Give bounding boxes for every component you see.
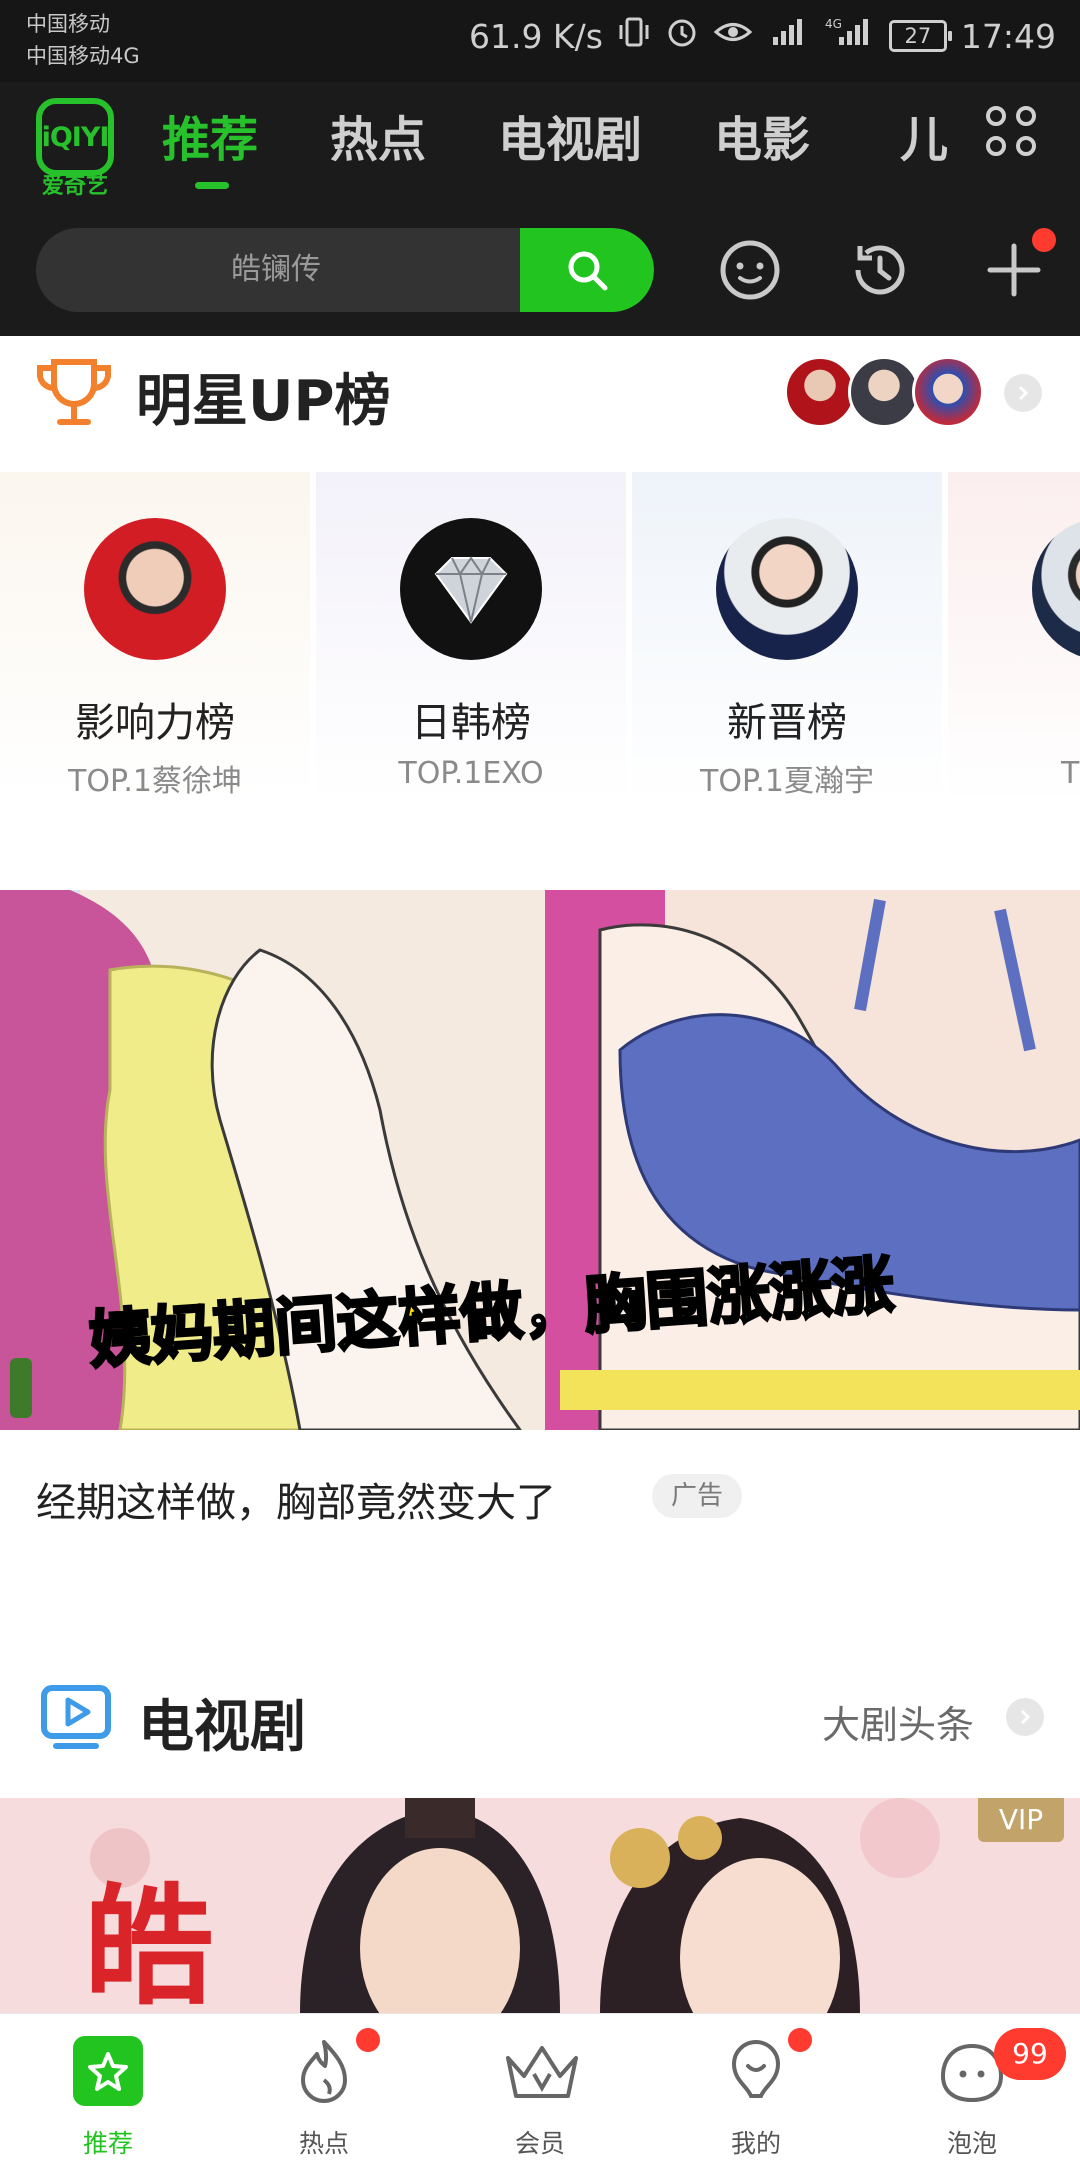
message-icon[interactable]: [718, 238, 782, 302]
nav-label: 会员: [514, 2129, 565, 2158]
notification-dot: [356, 2028, 380, 2052]
star-card-new[interactable]: 新晋榜 TOP.1夏瀚宇: [632, 472, 942, 802]
carrier-1: 中国移动: [26, 12, 110, 36]
avatar: [912, 356, 984, 428]
battery-icon: 27: [888, 20, 952, 52]
status-icons: 61.9 K/s 4G 27 17:49: [469, 14, 1056, 58]
iqiyi-logo[interactable]: iQIYI: [36, 98, 114, 176]
clock: 17:49: [960, 16, 1056, 56]
tv-icon: [40, 1684, 112, 1756]
nav-vip[interactable]: 会员: [432, 2014, 648, 2161]
all-channels-grid-icon[interactable]: [986, 106, 1042, 162]
eye-icon: [713, 15, 753, 57]
iqiyi-logo-cn: 爱奇艺: [41, 174, 108, 199]
flame-icon: [289, 2036, 359, 2106]
nav-me[interactable]: 我的: [648, 2014, 864, 2161]
top-header: iQIYI 爱奇艺 推荐 热点 电视剧 电影 儿 皓镧传: [0, 82, 1080, 336]
star-card-top: TOP.1EXO: [398, 756, 544, 791]
search-icon: [568, 251, 608, 291]
tab-recommend[interactable]: 推荐: [162, 100, 258, 170]
drama-poster-title: 皓: [84, 1870, 215, 2013]
avatar: [400, 518, 542, 660]
star-card-top: TOP.1: [1061, 756, 1080, 791]
notification-dot: [788, 2028, 812, 2052]
star-ranking-list: 影响力榜 TOP.1蔡徐坤 日韩榜 TOP.1EXO 新晋榜 TOP.1夏瀚宇 …: [0, 472, 1080, 802]
star-card-name: 新晋榜: [727, 700, 847, 746]
tab-movie[interactable]: 电影: [714, 100, 810, 170]
star-icon: [73, 2036, 143, 2106]
channel-tabs: 推荐 热点 电视剧 电影: [162, 100, 882, 170]
avatar: [716, 518, 858, 660]
star-card-name: 影响力榜: [75, 700, 235, 746]
search-input[interactable]: 皓镧传: [36, 228, 516, 312]
ad-badge: 广告: [652, 1474, 742, 1518]
star-card-name: 日韩榜: [411, 700, 531, 746]
signal-4g-icon: 4G: [825, 15, 875, 57]
star-up-title: 明星UP榜: [136, 369, 391, 434]
search-button[interactable]: [520, 228, 654, 312]
star-avatar-stack[interactable]: [784, 356, 984, 428]
bottom-navigation: 推荐 热点 会员 我的 泡泡: [0, 2013, 1080, 2161]
network-speed: 61.9 K/s: [468, 16, 603, 56]
ad-caption[interactable]: 经期这样做，胸部竟然变大了: [36, 1470, 556, 1528]
tab-kids[interactable]: 儿: [900, 100, 950, 170]
crown-icon: [502, 2036, 582, 2106]
avatar: [848, 356, 920, 428]
svg-text:4G: 4G: [825, 17, 842, 31]
trophy-icon: [34, 356, 114, 436]
nav-label: 推荐: [82, 2129, 133, 2158]
star-card-partial[interactable]: 上 TOP.1: [948, 472, 1080, 802]
avatar: [784, 356, 856, 428]
carrier-2: 中国移动4G: [26, 44, 140, 68]
profile-icon: [721, 2036, 791, 2106]
vibrate-icon: [617, 15, 651, 57]
signal-icon: [767, 15, 811, 57]
nav-label: 我的: [730, 2129, 781, 2158]
star-card-name: 上: [948, 690, 1080, 748]
active-tab-indicator: [195, 182, 229, 189]
nav-label: 热点: [298, 2129, 349, 2158]
status-bar: 中国移动 中国移动4G 61.9 K/s 4G 27 17:49: [0, 0, 1080, 82]
tab-tv-drama[interactable]: 电视剧: [498, 100, 642, 170]
vip-badge: VIP: [978, 1798, 1064, 1842]
history-icon[interactable]: [848, 238, 912, 302]
star-card-top: TOP.1夏瀚宇: [700, 764, 874, 799]
tab-hot[interactable]: 热点: [330, 100, 426, 170]
tv-more-chevron-icon[interactable]: [1006, 1698, 1044, 1736]
star-more-chevron-icon[interactable]: [1004, 374, 1042, 412]
nav-recommend[interactable]: 推荐: [0, 2014, 216, 2161]
ad-image[interactable]: 姨妈期间这样做，胸围涨涨涨: [0, 890, 1080, 1430]
search-bar[interactable]: 皓镧传: [36, 228, 654, 312]
nav-hot[interactable]: 热点: [216, 2014, 432, 2161]
star-card-top: TOP.1蔡徐坤: [68, 764, 242, 799]
tv-section-title: 电视剧: [138, 1695, 306, 1760]
add-notification-dot: [1032, 228, 1056, 252]
avatar: [84, 518, 226, 660]
tv-more-link[interactable]: 大剧头条: [822, 1694, 974, 1749]
star-card-japan-korea[interactable]: 日韩榜 TOP.1EXO: [316, 472, 626, 802]
star-card-influence[interactable]: 影响力榜 TOP.1蔡徐坤: [0, 472, 310, 802]
nav-label: 泡泡: [946, 2129, 997, 2158]
paopao-badge: 99: [994, 2028, 1066, 2080]
drama-poster[interactable]: 皓: [0, 1798, 1080, 2013]
alarm-icon: [665, 15, 699, 57]
diamond-icon: [434, 556, 508, 624]
avatar: [1032, 518, 1080, 660]
